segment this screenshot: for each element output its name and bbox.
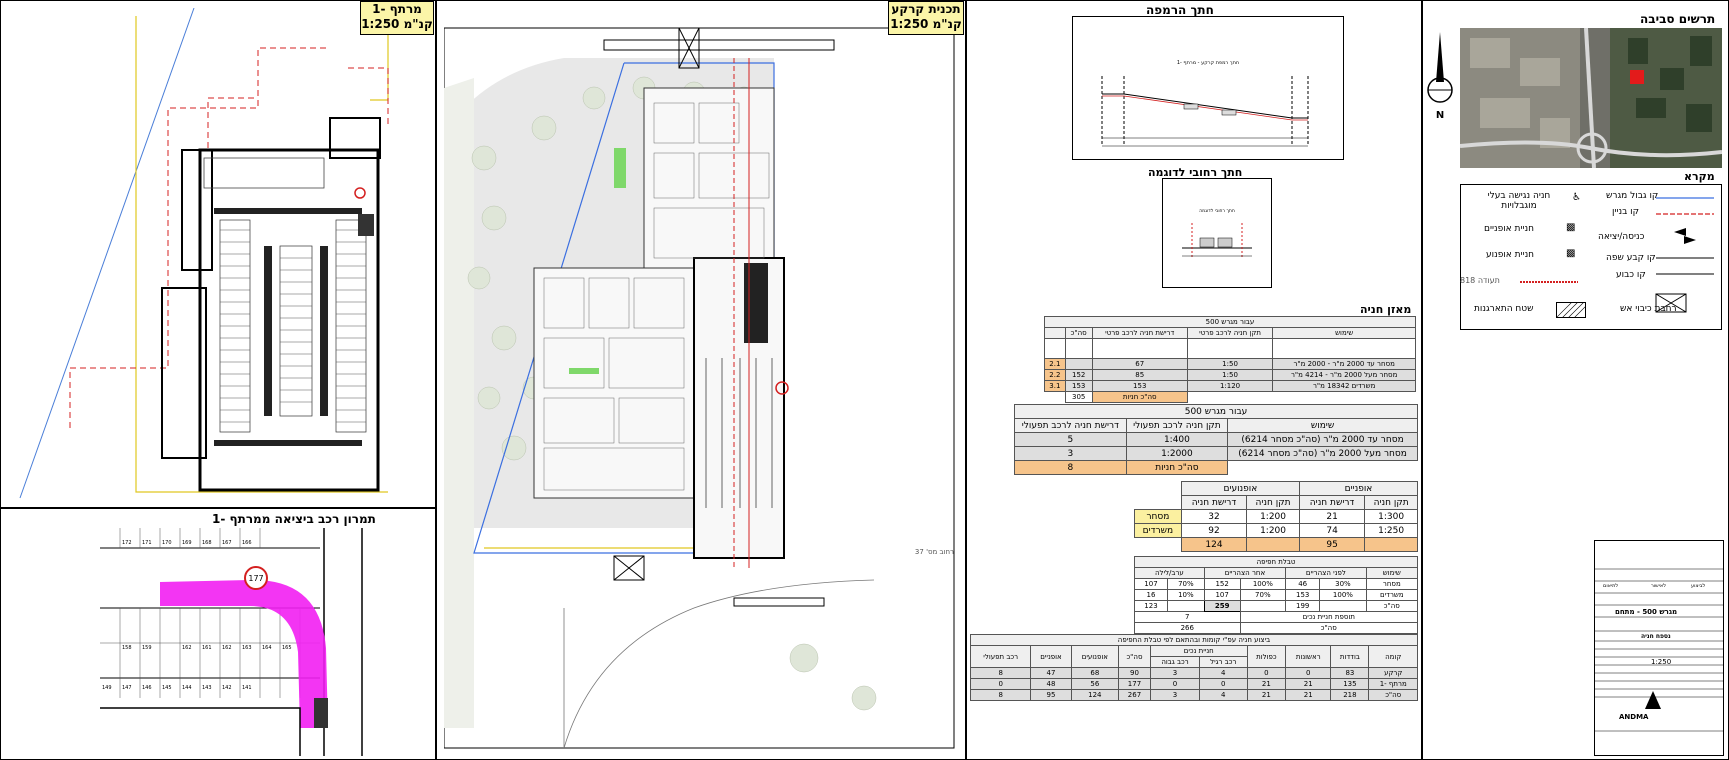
legend-symbols-right (1655, 197, 1714, 313)
parking-balance-title: מאזן חניה (1360, 303, 1412, 316)
north-arrow-icon: N (1427, 32, 1453, 121)
environs-map (1460, 28, 1722, 168)
title-firm: ANDMA (1619, 713, 1649, 721)
street-inner-label: חתך רחובי לדוגמה (1199, 209, 1235, 214)
legend-item-fixed-line: קו כבוע (1616, 270, 1646, 280)
legend-item-plot-line: קו גבול מגרש (1606, 191, 1659, 201)
environs-title: תרשים סביבה (1640, 12, 1716, 26)
title-block: לביצוע לאישור לתיאום מגרש 500 - מתחם נספ… (1594, 540, 1724, 756)
title-option-1[interactable]: לביצוע (1691, 583, 1705, 589)
turning-bay-labels: 172 171 170 169 168 167 166 158 159 162 … (102, 540, 292, 691)
legend-item-moto: חניית אופנוע (1486, 250, 1535, 260)
parking-table-2: עבור מגרש 500 שימוש תקן חניה לרכב תפעולי… (1014, 404, 1418, 475)
basement-plan-drawing (8, 8, 432, 500)
legend-item-entrance: כניסה/יציאה (1598, 232, 1645, 242)
legend-item-fire: רחבת כיבוי אש (1620, 304, 1677, 314)
legend-item-curb: קו קבע שפה (1606, 253, 1656, 263)
ramp-section-title: חתך הרמפה (1146, 3, 1214, 17)
street-label: רחוב מס' 37 (915, 548, 954, 556)
legend-item-staging: שטח התארגנות (1474, 304, 1534, 314)
title-option-3[interactable]: לתיאום (1603, 583, 1618, 589)
bike-icon: ▩ (1566, 222, 1576, 233)
ground-plan-title: תכנית קרקע קנ"מ 1:250 (888, 1, 964, 35)
parking-table-4: טבלת חפיפה שימוש לפני הצהריים אחר הצהריי… (1134, 556, 1419, 634)
legend-item-accessible: חניה נגישה בעלי מוגבלויות (1487, 191, 1551, 211)
legend-item-building-line: קו בניין (1612, 207, 1639, 217)
title-project: מגרש 500 - מתחם (1615, 608, 1678, 616)
title-sheet: נספח חניה (1641, 633, 1671, 640)
legend-item-cert: תעודה 818 (1460, 276, 1500, 285)
moto-icon: ▩ (1566, 248, 1576, 259)
parking-table-1: עבור מגרש 500 שימוש תקן חניה לרכב פרטי ד… (1044, 316, 1416, 403)
staging-hatch-icon (1556, 302, 1586, 318)
svg-text:N: N (1436, 110, 1444, 121)
ramp-section-drawing: חתך רמפת קרקע - מרתף -1 (1072, 16, 1344, 160)
ramp-inner-label: חתך רמפת קרקע - מרתף -1 (1177, 60, 1239, 66)
ground-plan-drawing: רחוב מס' 37 (444, 8, 960, 752)
cert-line-icon (1520, 281, 1578, 283)
parking-table-5: ביצוע חניה עפ"י קומות ובהתאם לפי טבלת הח… (969, 634, 1418, 701)
wheelchair-icon: ♿ (1572, 192, 1581, 203)
title-option-2[interactable]: לאישור (1651, 583, 1666, 589)
street-section-drawing: חתך רחובי לדוגמה (1162, 178, 1272, 288)
legend-item-bikes: חניית אופניים (1484, 224, 1534, 234)
legend-title: מקרא (1684, 170, 1715, 183)
basement-plan-title: מרתף -1 קנ"מ 1:250 (360, 1, 434, 35)
turning-title: תמרון רכב ביציאה ממרתף -1 (212, 512, 376, 526)
parking-table-3: אופניים אופנועים תקן חניה דרישת חניה תקן ח… (1134, 481, 1419, 552)
title-scale: 1:250 (1651, 658, 1672, 666)
